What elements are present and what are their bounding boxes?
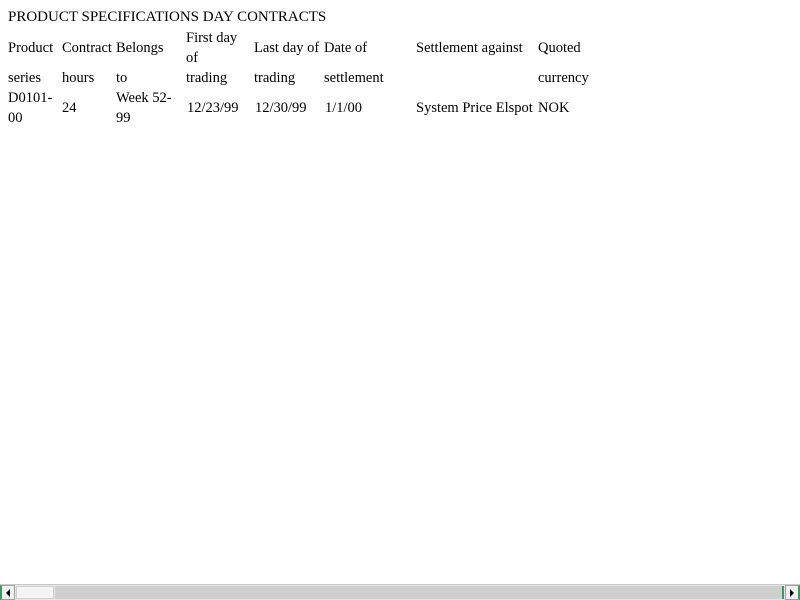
header-date-settlement-line2: settlement [324, 70, 384, 86]
cell-contract-hours: 24 [62, 100, 77, 116]
scrollbar-thumb[interactable] [16, 586, 54, 599]
cell-settlement-against: System Price Elspot [416, 100, 533, 116]
cell-first-day: 12/23/99 [187, 100, 239, 116]
header-product-line2: series [8, 70, 42, 86]
scroll-left-button[interactable] [0, 585, 15, 600]
header-last-day-line1: Last day of [254, 40, 320, 56]
header-product-line1: Product [8, 40, 54, 56]
horizontal-scrollbar[interactable] [0, 584, 800, 600]
cell-belongs-line2: 99 [116, 110, 131, 126]
header-belongs-line1: Belongs [116, 40, 164, 56]
page-title: PRODUCT SPECIFICATIONS DAY CONTRACTS [8, 9, 327, 25]
cell-belongs-line1: Week 52- [116, 90, 172, 106]
header-first-day-line3: trading [186, 70, 228, 86]
header-quoted-line2: currency [538, 70, 589, 86]
header-settlement-against: Settlement against [416, 40, 523, 56]
cell-date-settlement: 1/1/00 [325, 100, 363, 116]
cell-product-line2: 00 [8, 110, 23, 126]
cell-product-line1: D0101- [8, 90, 53, 106]
scroll-right-button[interactable] [785, 585, 800, 600]
header-first-day-line1: First day [186, 30, 238, 46]
header-contract-line1: Contract [62, 40, 112, 56]
cell-quoted-currency: NOK [538, 100, 570, 116]
cell-last-day: 12/30/99 [255, 100, 307, 116]
scrollbar-track[interactable] [55, 586, 784, 599]
header-contract-line2: hours [62, 70, 95, 86]
header-date-settlement-line1: Date of [324, 40, 368, 56]
arrow-right-icon [790, 588, 794, 597]
header-last-day-line2: trading [254, 70, 296, 86]
header-first-day-line2: of [186, 50, 199, 66]
header-quoted-line1: Quoted [538, 40, 581, 56]
scrollbar-edge-marker [782, 586, 784, 599]
arrow-left-icon [6, 588, 10, 597]
header-belongs-line2: to [116, 70, 128, 86]
